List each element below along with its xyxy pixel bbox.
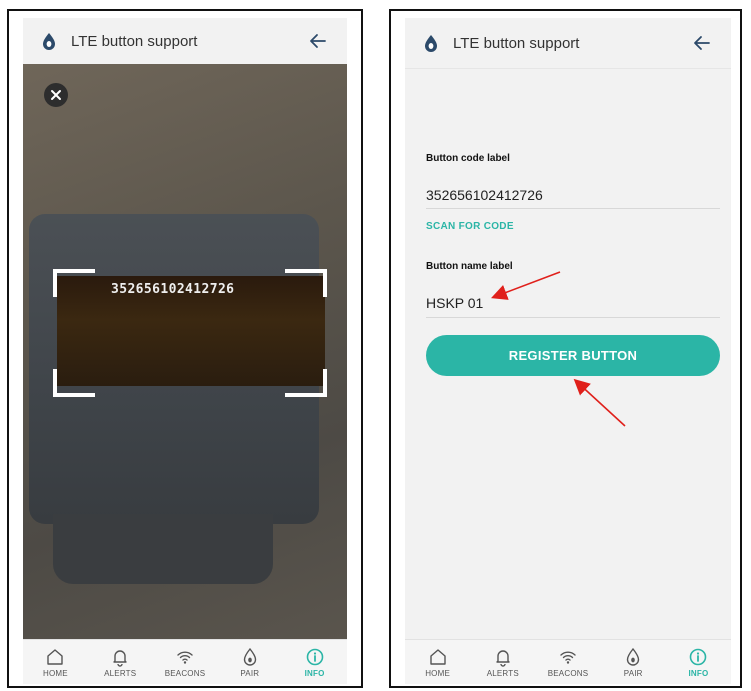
- arrow-to-register-button: [573, 378, 626, 427]
- arrow-to-name-field: [491, 271, 561, 300]
- annotation-arrows: [491, 271, 626, 427]
